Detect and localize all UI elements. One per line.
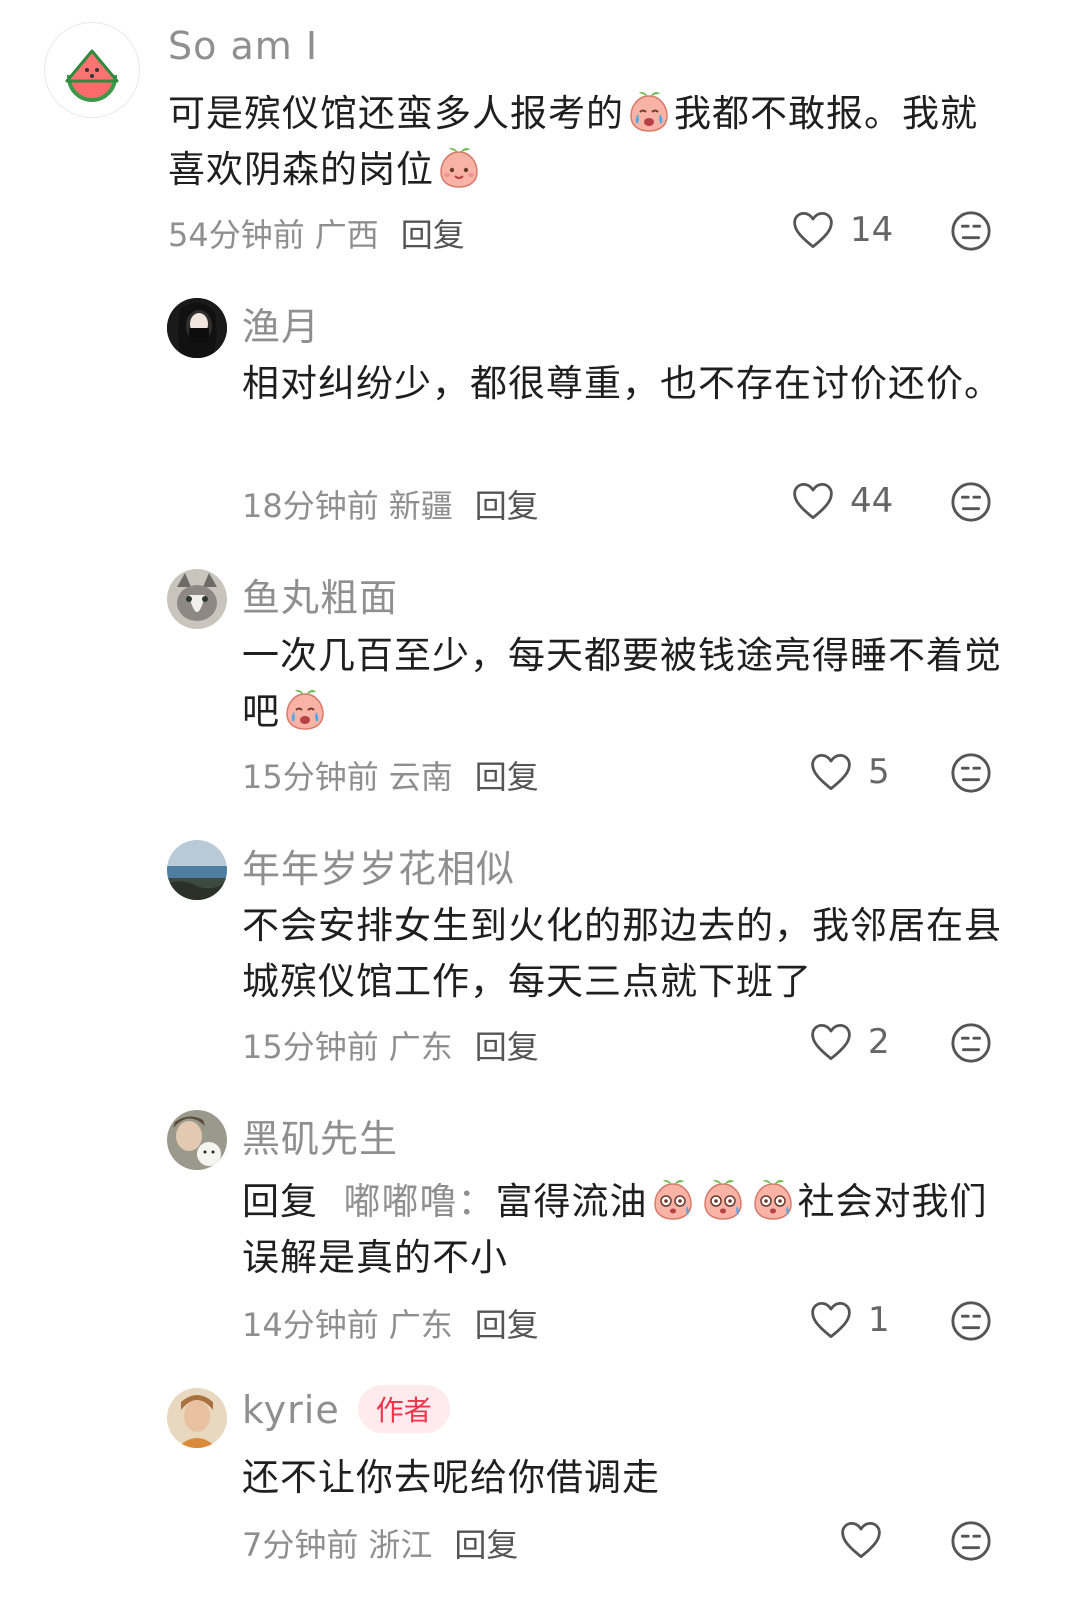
comment-text: 还不让你去呢给你借调走	[242, 1456, 660, 1499]
avatar[interactable]	[44, 22, 140, 118]
location: 广东	[388, 1306, 453, 1344]
meh-face-icon[interactable]	[950, 1300, 992, 1342]
like-button[interactable]: 2	[810, 1022, 890, 1062]
smiling-peach-emoji-icon	[436, 144, 482, 190]
dizzy-peach-emoji-icon	[700, 1176, 746, 1222]
reply-target-user[interactable]: 嘟嘟噜：	[344, 1180, 496, 1223]
heart-outline-icon	[810, 1300, 852, 1340]
watermelon-icon	[65, 49, 119, 102]
avatar[interactable]	[167, 569, 227, 629]
reply-button[interactable]: 回复	[475, 758, 539, 796]
like-count: 14	[850, 210, 894, 250]
avatar-photo	[167, 1110, 227, 1170]
like-count: 1	[868, 1300, 890, 1340]
comment-text: 回复 嘟嘟噜：富得流油 社会对我们误解是真的不小	[242, 1174, 1002, 1286]
username-text: kyrie	[242, 1388, 340, 1432]
heart-outline-icon	[840, 1520, 882, 1560]
crying-peach-emoji-icon	[282, 686, 328, 732]
timestamp: 15分钟前	[242, 758, 379, 796]
avatar-photo	[167, 840, 227, 900]
meh-face-icon[interactable]	[950, 1520, 992, 1562]
username[interactable]: 黑矶先生	[242, 1108, 398, 1163]
location: 广东	[388, 1028, 453, 1066]
avatar-photo	[167, 298, 227, 358]
timestamp: 15分钟前	[242, 1028, 379, 1066]
heart-outline-icon	[792, 481, 834, 521]
avatar[interactable]	[167, 298, 227, 358]
reply-prefix: 回复	[242, 1180, 318, 1223]
comment-text: 相对纠纷少，都很尊重，也不存在讨价还价。	[242, 362, 1002, 405]
reply-button[interactable]: 回复	[475, 1028, 539, 1066]
like-count: 44	[850, 481, 894, 521]
dizzy-peach-emoji-icon	[750, 1176, 796, 1222]
like-button[interactable]	[840, 1520, 882, 1560]
location: 新疆	[388, 487, 453, 525]
comment-meta: 18分钟前 新疆 回复	[242, 481, 549, 527]
comment-meta: 54分钟前 广西 回复	[168, 210, 475, 256]
comment-meta: 15分钟前 云南 回复	[242, 752, 549, 798]
like-button[interactable]: 5	[810, 752, 890, 792]
avatar[interactable]	[167, 1110, 227, 1170]
location: 广西	[314, 216, 379, 254]
username[interactable]: 年年岁岁花相似	[242, 838, 515, 893]
comment-meta: 14分钟前 广东 回复	[242, 1300, 549, 1346]
avatar-photo	[167, 1388, 227, 1448]
location: 云南	[388, 758, 453, 796]
crying-peach-emoji-icon	[626, 88, 672, 134]
avatar[interactable]	[167, 840, 227, 900]
author-badge: 作者	[357, 1384, 450, 1433]
like-count: 5	[868, 752, 890, 792]
comment-meta: 7分钟前 浙江 回复	[242, 1520, 528, 1566]
username[interactable]: kyrie 作者	[242, 1384, 450, 1437]
comment-text: 一次几百至少，每天都要被钱途亮得睡不着觉吧	[242, 634, 1002, 733]
meh-face-icon[interactable]	[950, 210, 992, 252]
timestamp: 7分钟前	[242, 1526, 359, 1564]
location: 浙江	[368, 1526, 433, 1564]
timestamp: 14分钟前	[242, 1306, 379, 1344]
like-button[interactable]: 14	[792, 210, 893, 250]
heart-outline-icon	[810, 752, 852, 792]
like-count: 2	[868, 1022, 890, 1062]
dizzy-peach-emoji-icon	[650, 1176, 696, 1222]
username[interactable]: 渔月	[242, 296, 320, 351]
avatar-photo	[167, 569, 227, 629]
comment-meta: 15分钟前 广东 回复	[242, 1022, 549, 1068]
reply-button[interactable]: 回复	[475, 487, 539, 525]
meh-face-icon[interactable]	[950, 481, 992, 523]
timestamp: 54分钟前	[168, 216, 305, 254]
meh-face-icon[interactable]	[950, 752, 992, 794]
meh-face-icon[interactable]	[950, 1022, 992, 1064]
comment-text: 可是殡仪馆还蛮多人报考的 我都不敢报。我就喜欢阴森的岗位	[168, 86, 1008, 198]
reply-button[interactable]: 回复	[454, 1526, 518, 1564]
username[interactable]: 鱼丸粗面	[242, 567, 398, 622]
reply-button[interactable]: 回复	[401, 216, 465, 254]
comment-text: 不会安排女生到火化的那边去的，我邻居在县城殡仪馆工作，每天三点就下班了	[242, 904, 1002, 1003]
reply-button[interactable]: 回复	[475, 1306, 539, 1344]
like-button[interactable]: 44	[792, 481, 893, 521]
timestamp: 18分钟前	[242, 487, 379, 525]
avatar[interactable]	[167, 1388, 227, 1448]
heart-outline-icon	[810, 1022, 852, 1062]
heart-outline-icon	[792, 210, 834, 250]
like-button[interactable]: 1	[810, 1300, 890, 1340]
username[interactable]: So am I	[168, 24, 318, 68]
